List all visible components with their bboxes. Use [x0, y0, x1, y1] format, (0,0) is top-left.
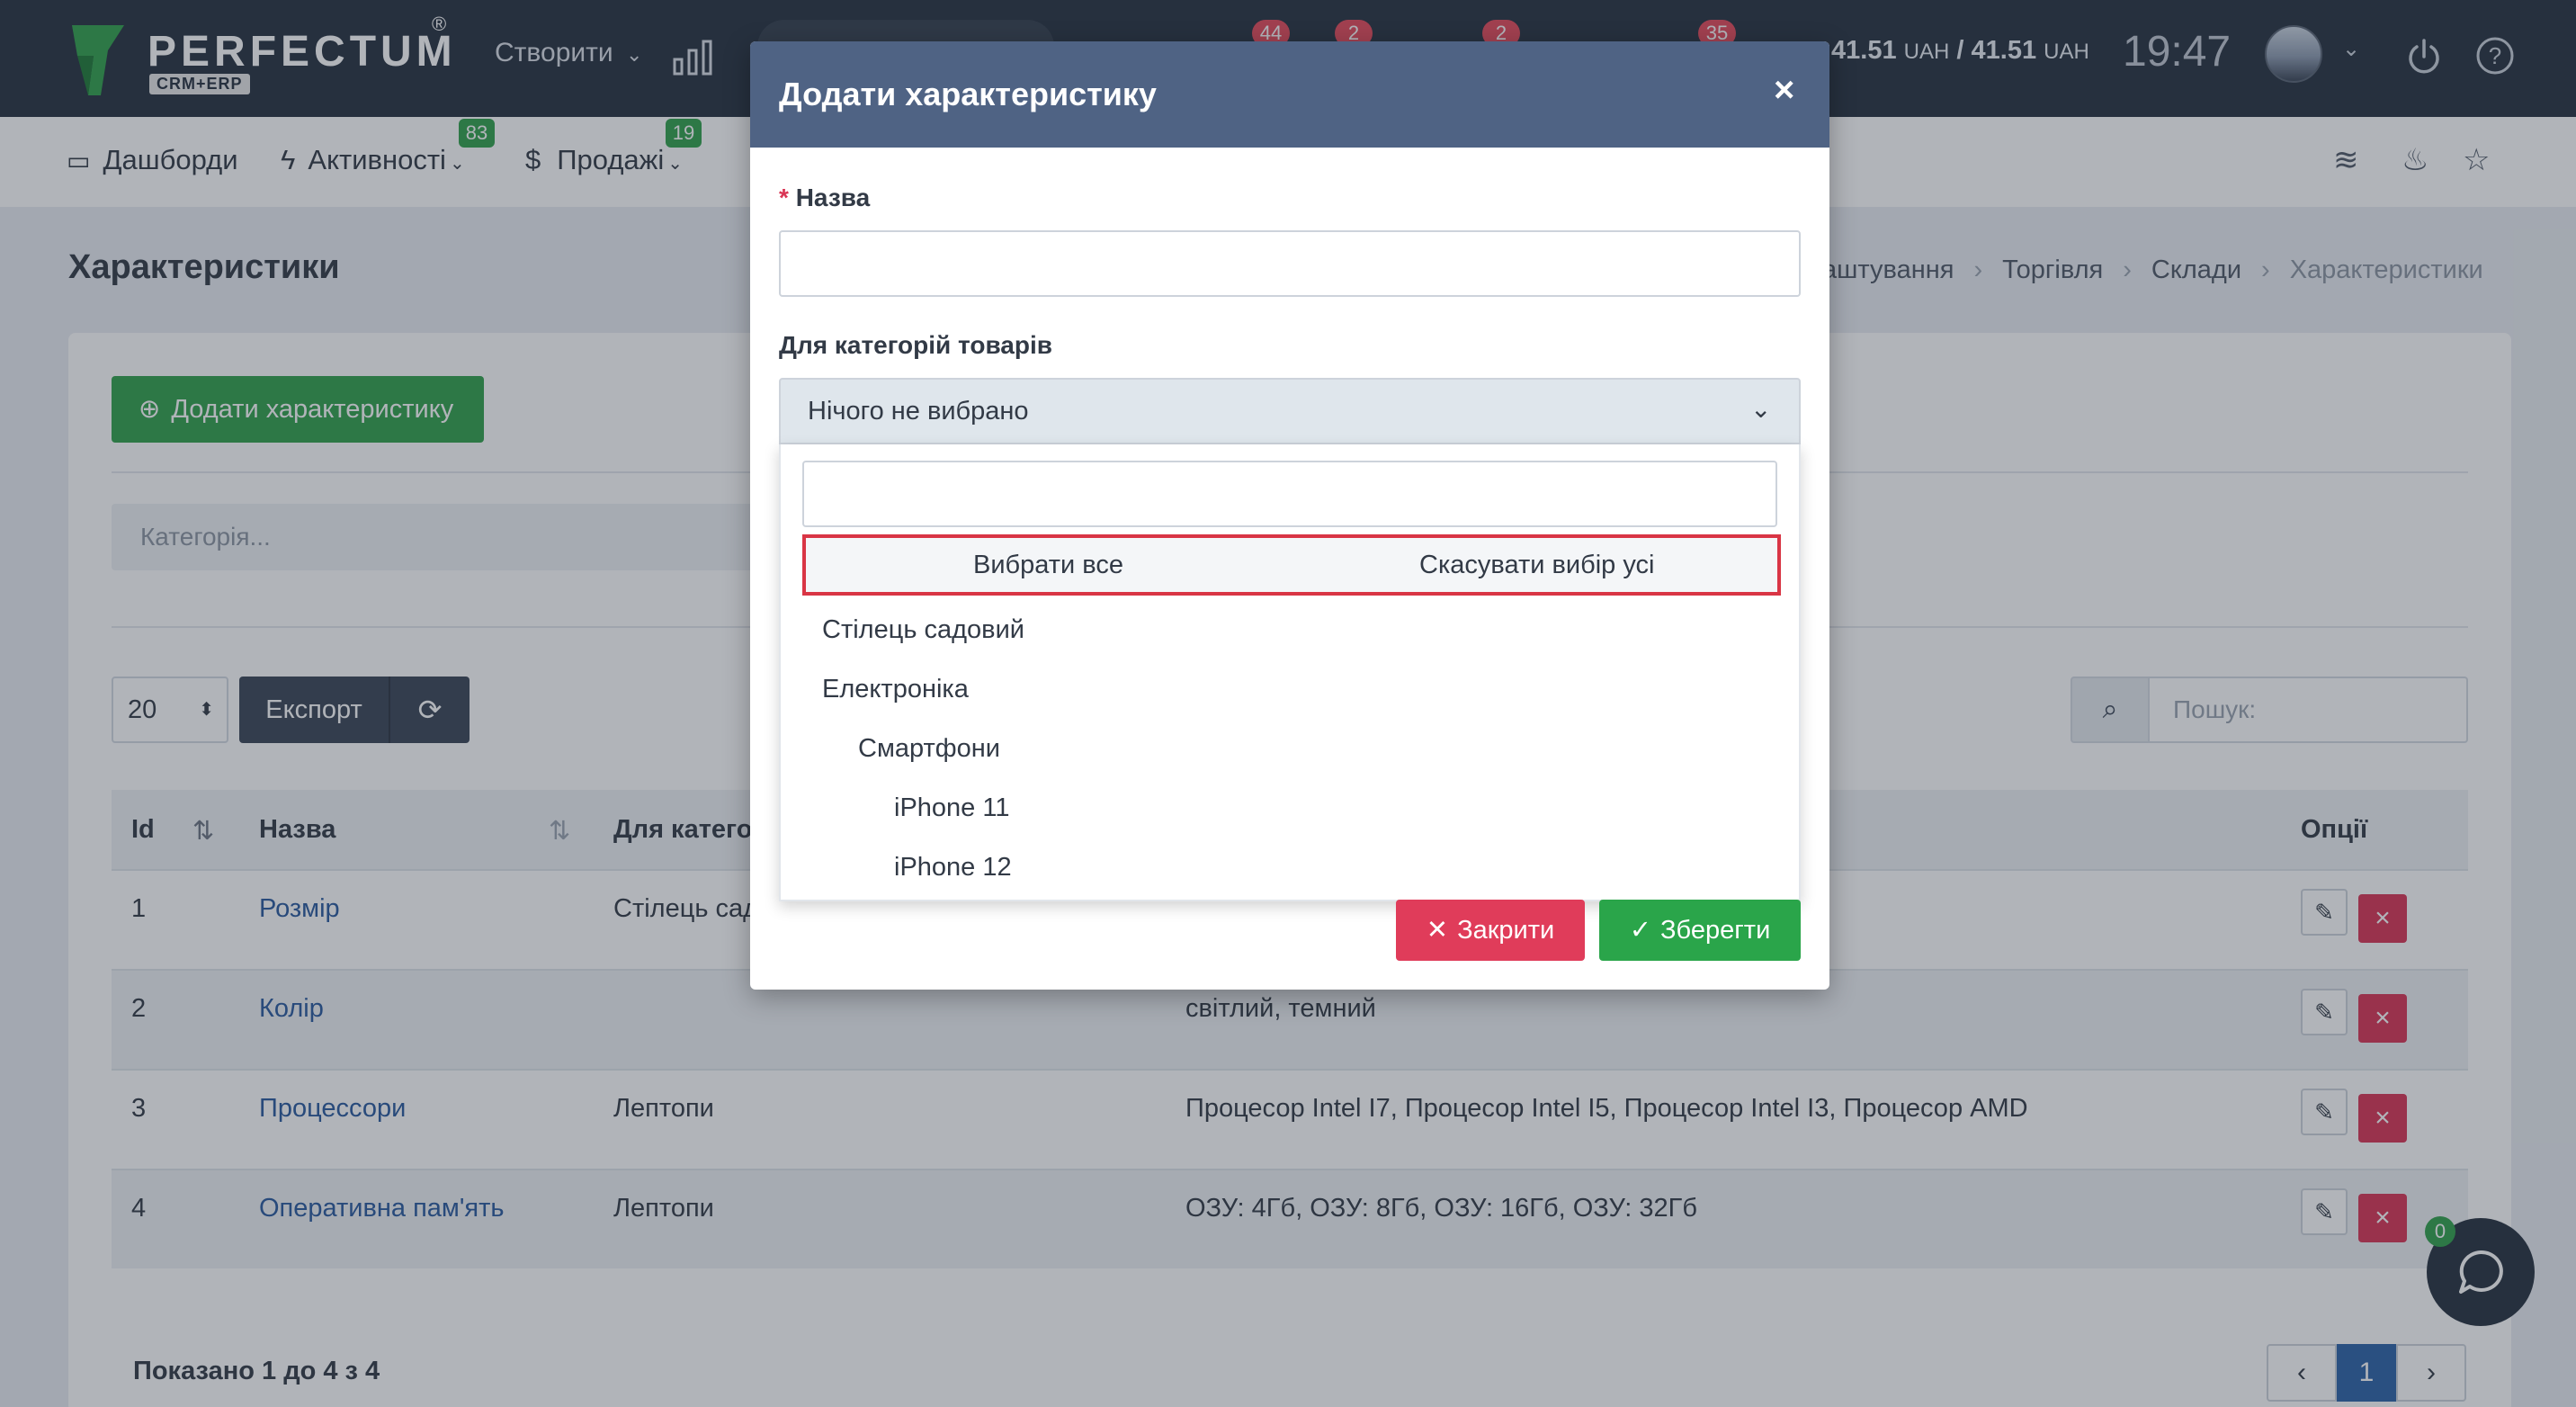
close-button-label: Закрити	[1457, 916, 1555, 945]
name-label: * Назва	[779, 184, 870, 212]
dropdown-search-input[interactable]	[802, 461, 1777, 527]
deselect-all-button[interactable]: Скасувати вибір усі	[1419, 551, 1654, 580]
close-icon[interactable]: ×	[1774, 70, 1794, 111]
dropdown-option[interactable]: Електроніка	[822, 675, 969, 704]
close-button[interactable]: ✕ Закрити	[1396, 900, 1585, 961]
categories-select[interactable]: Нічого не вибрано	[779, 378, 1801, 444]
chevron-down-icon[interactable]: ⌄	[1750, 394, 1771, 424]
categories-label: Для категорій товарів	[779, 331, 1052, 359]
check-icon: ✓	[1629, 916, 1652, 945]
save-button[interactable]: ✓ Зберегти	[1599, 900, 1801, 961]
dropdown-option[interactable]: iPhone 12	[894, 853, 1012, 883]
required-marker: *	[779, 184, 789, 211]
dropdown-option[interactable]: Смартфони	[858, 734, 1000, 764]
dropdown-option[interactable]: iPhone 11	[894, 793, 1009, 823]
dropdown-option[interactable]: Стілець садовий	[822, 615, 1024, 645]
modal-title: Додати характеристику	[779, 76, 1157, 112]
name-label-text: Назва	[795, 184, 871, 211]
close-icon: ✕	[1426, 916, 1449, 945]
save-button-label: Зберегти	[1660, 916, 1771, 945]
select-all-button[interactable]: Вибрати все	[973, 551, 1123, 580]
name-input[interactable]	[779, 230, 1801, 297]
